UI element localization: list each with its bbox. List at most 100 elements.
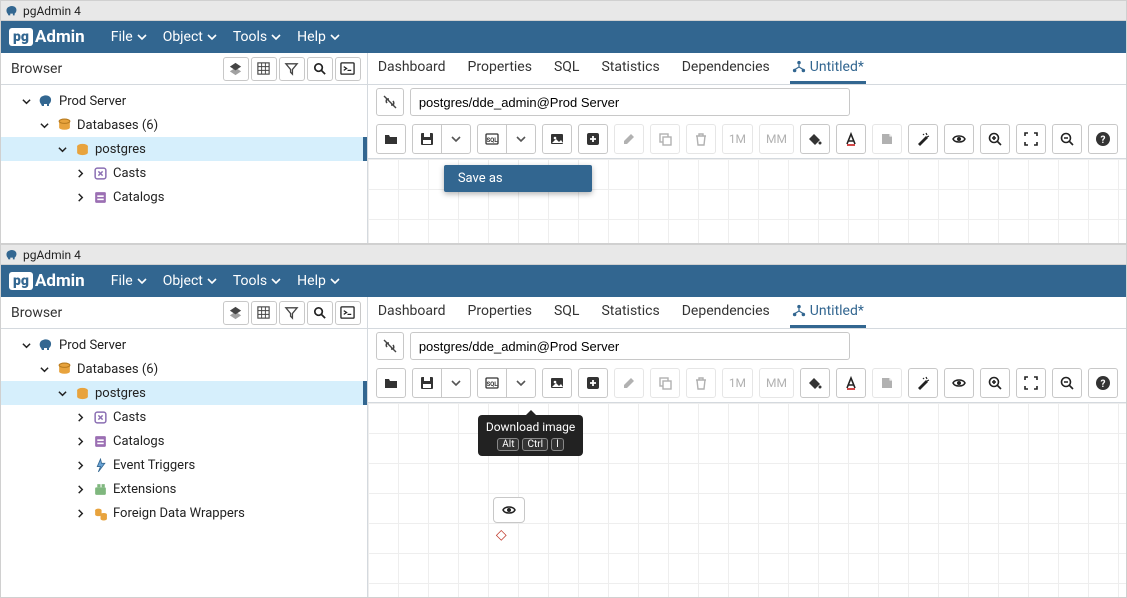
clone-button[interactable]: [650, 124, 680, 154]
erd-canvas[interactable]: Download image Alt Ctrl I ◇: [368, 403, 1126, 597]
expand-icon[interactable]: [73, 193, 87, 202]
help-button[interactable]: [1088, 368, 1118, 398]
tree-server[interactable]: Prod Server: [1, 333, 367, 357]
open-button[interactable]: [376, 368, 406, 398]
tab-dashboard[interactable]: Dashboard: [376, 297, 448, 328]
edit-button[interactable]: [614, 368, 644, 398]
add-table-button[interactable]: [578, 124, 608, 154]
tab-properties[interactable]: Properties: [466, 297, 534, 328]
layers-button[interactable]: [223, 301, 249, 325]
connection-input[interactable]: [410, 88, 850, 116]
save-dropdown[interactable]: [441, 124, 471, 154]
layers-button[interactable]: [223, 57, 249, 81]
clone-button[interactable]: [650, 368, 680, 398]
tab-dependencies[interactable]: Dependencies: [680, 53, 772, 84]
download-image-button[interactable]: [542, 124, 572, 154]
connection-status-button[interactable]: [376, 332, 404, 360]
tree-event-triggers[interactable]: Event Triggers: [1, 453, 367, 477]
zoom-out-button[interactable]: [1052, 368, 1082, 398]
tree-casts[interactable]: Casts: [1, 161, 367, 185]
collapse-icon[interactable]: [37, 121, 51, 130]
terminal-button[interactable]: [335, 301, 361, 325]
help-button[interactable]: [1088, 124, 1118, 154]
save-dropdown[interactable]: [441, 368, 471, 398]
menu-help[interactable]: Help: [289, 25, 348, 49]
expand-icon[interactable]: [73, 169, 87, 178]
expand-icon[interactable]: [73, 413, 87, 422]
grid-button[interactable]: [251, 301, 277, 325]
many-to-many-button[interactable]: MM: [759, 124, 794, 154]
close-icon[interactable]: ◇: [496, 527, 507, 543]
save-button[interactable]: [412, 124, 442, 154]
tree-catalogs[interactable]: Catalogs: [1, 185, 367, 209]
delete-button[interactable]: [686, 124, 716, 154]
show-details-button[interactable]: [944, 368, 974, 398]
auto-align-button[interactable]: [908, 368, 938, 398]
expand-icon[interactable]: [73, 509, 87, 518]
tab-statistics[interactable]: Statistics: [599, 297, 661, 328]
connection-status-button[interactable]: [376, 88, 404, 116]
expand-icon[interactable]: [73, 485, 87, 494]
tab-sql[interactable]: SQL: [552, 53, 581, 84]
collapse-icon[interactable]: [19, 341, 33, 350]
edit-button[interactable]: [614, 124, 644, 154]
zoom-in-button[interactable]: [980, 124, 1010, 154]
zoom-fit-button[interactable]: [1016, 124, 1046, 154]
add-note-button[interactable]: [872, 368, 902, 398]
object-tree[interactable]: Prod Server Databases (6) postgres: [1, 329, 367, 597]
search-button[interactable]: [307, 301, 333, 325]
tree-catalogs[interactable]: Catalogs: [1, 429, 367, 453]
connection-input[interactable]: [410, 332, 850, 360]
tree-server[interactable]: Prod Server: [1, 89, 367, 113]
sql-dropdown[interactable]: [506, 368, 536, 398]
tab-sql[interactable]: SQL: [552, 297, 581, 328]
tree-db-postgres[interactable]: postgres: [1, 381, 367, 405]
collapse-icon[interactable]: [55, 145, 69, 154]
delete-button[interactable]: [686, 368, 716, 398]
tree-fdw[interactable]: Foreign Data Wrappers: [1, 501, 367, 525]
sql-button[interactable]: [477, 368, 507, 398]
tree-casts[interactable]: Casts: [1, 405, 367, 429]
menu-tools[interactable]: Tools: [225, 25, 289, 49]
collapse-icon[interactable]: [19, 97, 33, 106]
tab-untitled[interactable]: Untitled*: [790, 297, 866, 328]
collapse-icon[interactable]: [37, 365, 51, 374]
menu-tools[interactable]: Tools: [225, 269, 289, 293]
add-table-button[interactable]: [578, 368, 608, 398]
tab-dependencies[interactable]: Dependencies: [680, 297, 772, 328]
menu-object[interactable]: Object: [155, 25, 225, 49]
zoom-out-button[interactable]: [1052, 124, 1082, 154]
save-as-menu-item[interactable]: Save as: [444, 165, 592, 192]
fill-color-button[interactable]: [800, 368, 830, 398]
many-to-many-button[interactable]: MM: [759, 368, 794, 398]
tree-databases[interactable]: Databases (6): [1, 357, 367, 381]
text-color-button[interactable]: [836, 368, 866, 398]
tab-properties[interactable]: Properties: [466, 53, 534, 84]
menu-object[interactable]: Object: [155, 269, 225, 293]
erd-canvas[interactable]: Save as: [368, 159, 1126, 243]
menu-help[interactable]: Help: [289, 269, 348, 293]
text-color-button[interactable]: [836, 124, 866, 154]
terminal-button[interactable]: [335, 57, 361, 81]
zoom-in-button[interactable]: [980, 368, 1010, 398]
open-button[interactable]: [376, 124, 406, 154]
download-image-button[interactable]: [542, 368, 572, 398]
object-tree[interactable]: Prod Server Databases (6) postgres: [1, 85, 367, 243]
tab-dashboard[interactable]: Dashboard: [376, 53, 448, 84]
menu-file[interactable]: File: [103, 25, 155, 49]
collapse-icon[interactable]: [55, 389, 69, 398]
expand-icon[interactable]: [73, 461, 87, 470]
menu-file[interactable]: File: [103, 269, 155, 293]
grid-button[interactable]: [251, 57, 277, 81]
expand-icon[interactable]: [73, 437, 87, 446]
one-to-many-button[interactable]: 1M: [722, 124, 753, 154]
tree-extensions[interactable]: Extensions: [1, 477, 367, 501]
tree-databases[interactable]: Databases (6): [1, 113, 367, 137]
fill-color-button[interactable]: [800, 124, 830, 154]
sql-button[interactable]: [477, 124, 507, 154]
zoom-fit-button[interactable]: [1016, 368, 1046, 398]
add-note-button[interactable]: [872, 124, 902, 154]
filter-button[interactable]: [279, 301, 305, 325]
save-button[interactable]: [412, 368, 442, 398]
one-to-many-button[interactable]: 1M: [722, 368, 753, 398]
